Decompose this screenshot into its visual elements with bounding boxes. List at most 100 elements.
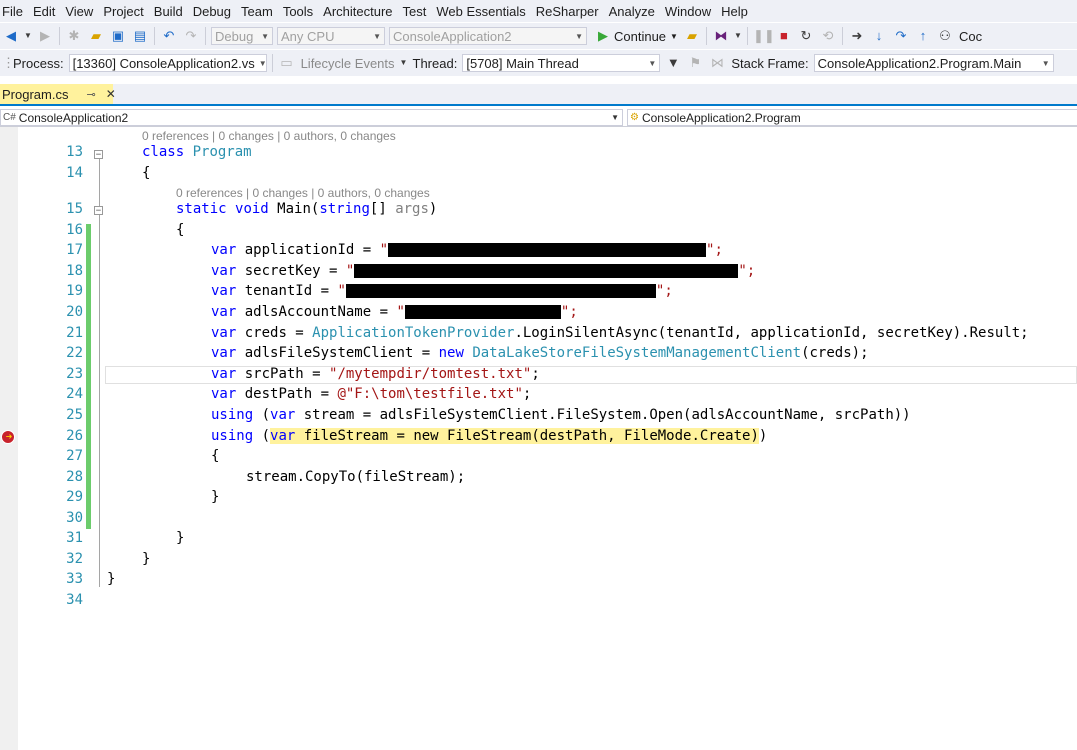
solution-platform-select[interactable]: Any CPU ▼ — [277, 27, 385, 45]
filter-icon[interactable]: ▼ — [664, 54, 682, 72]
dropdown-arrow-icon[interactable]: ▼ — [400, 54, 408, 72]
code-line-28: stream.CopyTo(fileStream); — [246, 469, 466, 485]
lifecycle-events-icon[interactable]: ▭ — [278, 54, 296, 72]
codelens-class[interactable]: 0 references | 0 changes | 0 authors, 0 … — [142, 129, 396, 143]
code-line-14: { — [142, 165, 151, 181]
redacted-application-id — [388, 243, 707, 257]
navigation-bar: C# ConsoleApplication2 ▼ ⚙ ConsoleApplic… — [0, 108, 1077, 127]
line-number: 34 — [66, 592, 83, 608]
line-number: 26 — [66, 428, 83, 444]
save-all-icon[interactable]: ▤ — [131, 27, 149, 45]
back-icon[interactable]: ◀ — [2, 27, 20, 45]
tab-program-cs[interactable]: Program.cs ⊸ ✕ — [0, 84, 116, 104]
menu-build[interactable]: Build — [154, 4, 193, 19]
redacted-account-name — [404, 305, 561, 319]
code-editor[interactable]: ➔ − − 0 references | 0 changes | 0 autho… — [0, 127, 1077, 750]
line-number: 17 — [66, 242, 83, 258]
solution-configuration-select[interactable]: Debug ▼ — [211, 27, 273, 45]
code-line-26: using (var fileStream = new FileStream(d… — [211, 428, 768, 444]
menu-project[interactable]: Project — [103, 4, 153, 19]
breakpoint-current-statement-icon[interactable]: ➔ — [1, 430, 15, 444]
line-number: 16 — [66, 222, 83, 238]
code-line-32: } — [142, 551, 151, 567]
menu-window[interactable]: Window — [665, 4, 721, 19]
pin-icon[interactable]: ⊸ — [86, 88, 95, 101]
show-next-statement-icon[interactable]: ➜ — [848, 27, 866, 45]
line-number: 32 — [66, 551, 83, 567]
code-line-18: var secretKey = " "; — [211, 263, 756, 279]
menu-file[interactable]: File — [0, 4, 33, 19]
csharp-project-icon: C# — [3, 112, 16, 123]
attach-icon[interactable]: ▰ — [683, 27, 701, 45]
menu-analyze[interactable]: Analyze — [609, 4, 665, 19]
step-over-icon[interactable]: ↷ — [892, 27, 910, 45]
menu-debug[interactable]: Debug — [193, 4, 241, 19]
menu-resharper[interactable]: ReSharper — [536, 4, 609, 19]
code-map-icon[interactable]: ⚇ — [936, 27, 954, 45]
line-number: 31 — [66, 530, 83, 546]
code-line-20: var adlsAccountName = " "; — [211, 304, 578, 320]
flag-icon[interactable]: ⚑ — [686, 54, 704, 72]
line-number: 28 — [66, 469, 83, 485]
grip-icon: ⋮ — [2, 55, 15, 70]
open-file-icon[interactable]: ▰ — [87, 27, 105, 45]
menu-web-essentials[interactable]: Web Essentials — [436, 4, 535, 19]
pause-icon[interactable]: ❚❚ — [753, 27, 775, 45]
stop-icon[interactable]: ■ — [775, 27, 793, 45]
project-select[interactable]: C# ConsoleApplication2 ▼ — [0, 109, 623, 126]
line-number: 15 — [66, 201, 83, 217]
hot-reload-icon[interactable]: ⟲ — [819, 27, 837, 45]
menu-test[interactable]: Test — [403, 4, 437, 19]
codelens-method[interactable]: 0 references | 0 changes | 0 authors, 0 … — [176, 186, 430, 200]
thread-select[interactable]: [5708] Main Thread ▼ — [462, 54, 661, 72]
line-number: 19 — [66, 283, 83, 299]
menu-edit[interactable]: Edit — [33, 4, 65, 19]
step-into-icon[interactable]: ↓ — [870, 27, 888, 45]
line-number: 22 — [66, 345, 83, 361]
dropdown-arrow-icon[interactable]: ▼ — [24, 27, 32, 45]
change-tracking-bar — [86, 224, 91, 529]
line-number: 27 — [66, 448, 83, 464]
save-icon[interactable]: ▣ — [109, 27, 127, 45]
line-number: 25 — [66, 407, 83, 423]
redo-icon[interactable]: ↷ — [182, 27, 200, 45]
step-out-icon[interactable]: ↑ — [914, 27, 932, 45]
new-project-icon[interactable]: ✱ — [65, 27, 83, 45]
code-line-21: var creds = ApplicationTokenProvider.Log… — [211, 325, 1029, 341]
continue-button[interactable]: ▶ Continue ▼ — [592, 27, 678, 45]
code-line-27: { — [211, 448, 220, 464]
stack-frame-select[interactable]: ConsoleApplication2.Program.Main ▼ — [813, 54, 1054, 72]
visual-studio-icon[interactable]: ⧓ — [712, 27, 730, 45]
collapse-icon[interactable]: − — [94, 150, 103, 160]
line-number: 20 — [66, 304, 83, 320]
restart-icon[interactable]: ↻ — [797, 27, 815, 45]
line-number: 29 — [66, 489, 83, 505]
line-number: 33 — [66, 571, 83, 587]
code-line-25: using (var stream = adlsFileSystemClient… — [211, 407, 911, 423]
forward-icon[interactable]: ▶ — [36, 27, 54, 45]
code-line-13: class Program — [142, 144, 252, 160]
startup-project-select[interactable]: ConsoleApplication2 ▼ — [389, 27, 587, 45]
menu-tools[interactable]: Tools — [283, 4, 323, 19]
lifecycle-events-button[interactable]: Lifecycle Events — [301, 56, 395, 71]
line-number: 18 — [66, 263, 83, 279]
collapse-icon[interactable]: − — [94, 206, 103, 216]
menu-help[interactable]: Help — [721, 4, 758, 19]
redacted-secret-key — [354, 264, 739, 278]
menu-view[interactable]: View — [65, 4, 103, 19]
show-threads-icon[interactable]: ⋈ — [708, 54, 726, 72]
class-icon: ⚙ — [630, 112, 639, 123]
process-label: Process: — [13, 55, 64, 71]
menu-team[interactable]: Team — [241, 4, 283, 19]
code-line-31: } — [176, 530, 185, 546]
menu-bar: File Edit View Project Build Debug Team Tools Ar… — [0, 0, 1077, 22]
type-select[interactable]: ⚙ ConsoleApplication2.Program — [627, 109, 1077, 126]
undo-icon[interactable]: ↶ — [160, 27, 178, 45]
code-line-15: static void Main(string[] args) — [176, 201, 438, 217]
process-select[interactable]: [13360] ConsoleApplication2.vs ▼ — [68, 54, 267, 72]
redacted-tenant-id — [345, 284, 656, 298]
close-icon[interactable]: ✕ — [106, 87, 116, 101]
line-number: 21 — [66, 325, 83, 341]
dropdown-arrow-icon[interactable]: ▼ — [734, 27, 742, 45]
menu-architecture[interactable]: Architecture — [323, 4, 402, 19]
